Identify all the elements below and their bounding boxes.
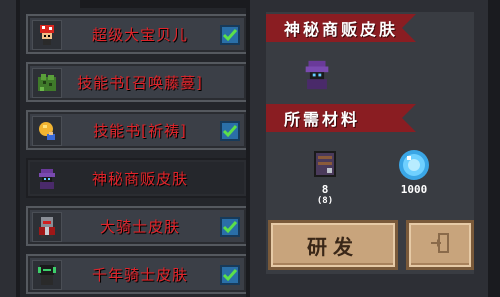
- check-icon[interactable]: [220, 217, 240, 237]
- item-list-panel[interactable]: 超级大宝贝儿 技能书[召唤藤蔓] 技能书[祈祷] 神秘商贩皮肤 大骑士皮肤 千年…: [16, 0, 250, 297]
- check-icon[interactable]: [220, 121, 240, 141]
- list-item[interactable]: 大骑士皮肤: [26, 206, 246, 246]
- item-title-banner: 神秘商贩皮肤: [266, 14, 416, 42]
- vine-plant-icon: [32, 68, 62, 98]
- research-button[interactable]: 研发: [268, 220, 398, 270]
- screen-right-edge: [488, 0, 500, 297]
- materials-header-banner: 所需材料: [266, 104, 416, 132]
- material-amount: 8: [321, 183, 329, 196]
- list-item-label: 技能书[祈祷]: [93, 121, 187, 140]
- hooded-merchant-icon: [32, 164, 62, 194]
- preview-merchant-icon: [300, 58, 334, 92]
- exit-button[interactable]: [406, 220, 474, 270]
- exit-door-icon: [428, 231, 452, 259]
- red-mushroom-character-icon: [32, 20, 62, 50]
- list-item-selected[interactable]: 神秘商贩皮肤: [26, 158, 246, 198]
- check-icon[interactable]: [220, 265, 240, 285]
- dark-knight-icon: [32, 260, 62, 290]
- list-item[interactable]: 千年骑士皮肤: [26, 254, 246, 294]
- list-item[interactable]: 技能书[祈祷]: [26, 110, 246, 150]
- list-item-label: 技能书[召唤藤蔓]: [77, 73, 203, 92]
- material-crate-icon: [312, 150, 338, 178]
- list-item-label: 大骑士皮肤: [99, 217, 180, 236]
- list-item-label: 神秘商贩皮肤: [91, 169, 188, 188]
- list-item-label: 千年骑士皮肤: [91, 265, 188, 284]
- skin-research-screen: 超级大宝贝儿 技能书[召唤藤蔓] 技能书[祈祷] 神秘商贩皮肤 大骑士皮肤 千年…: [0, 0, 500, 297]
- knight-helmet-icon: [32, 212, 62, 242]
- check-icon[interactable]: [220, 25, 240, 45]
- material-owned: (8): [316, 196, 334, 206]
- praying-hand-icon: [32, 116, 62, 146]
- list-item-label: 超级大宝贝儿: [91, 25, 188, 44]
- list-item[interactable]: 技能书[召唤藤蔓]: [26, 62, 246, 102]
- gem-amount: 1000: [400, 183, 428, 196]
- blue-gem-icon: [397, 148, 431, 182]
- list-item[interactable]: 超级大宝贝儿: [26, 14, 246, 54]
- list-top-edge: [80, 0, 246, 8]
